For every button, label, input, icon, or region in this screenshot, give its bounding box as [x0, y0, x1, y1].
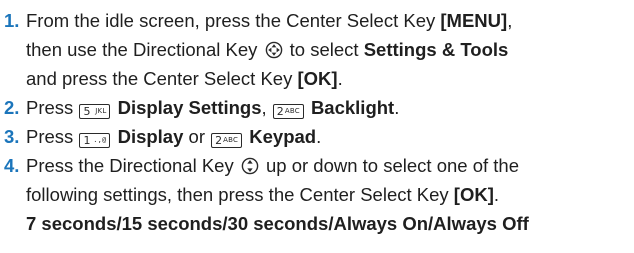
step-text: From the idle screen, press the Center S… — [26, 6, 630, 93]
key-2-icon: 2 ABC — [272, 104, 304, 119]
key-digit: 2 — [215, 134, 223, 147]
step-line: Press the Directional Key up or down to … — [26, 151, 630, 180]
step-line: then use the Directional Key to select S… — [26, 35, 630, 64]
key-1-icon: 1 .,@ — [79, 133, 111, 148]
key-letters: ABC — [223, 136, 239, 144]
step-text: Press 1 .,@ Display or 2 ABC Keypad. — [26, 122, 630, 151]
step-line: and press the Center Select Key [OK]. — [26, 64, 630, 93]
step-line: From the idle screen, press the Center S… — [26, 6, 630, 35]
text-run: , — [261, 97, 272, 118]
step-number: 4. — [4, 155, 20, 176]
step-3: 3. Press 1 .,@ Display or 2 ABC Keypad. — [4, 122, 630, 151]
key-digit: 5 — [83, 105, 91, 118]
text-run: or — [183, 126, 211, 147]
step-1: 1. From the idle screen, press the Cente… — [4, 6, 630, 93]
text-run: Press the Directional Key — [26, 155, 239, 176]
text-run: From the idle screen, press the Center S… — [26, 10, 441, 31]
step-line: Press 1 .,@ Display or 2 ABC Keypad. — [26, 122, 630, 151]
menu-item-label: Backlight — [310, 97, 395, 118]
text-run: . — [337, 68, 343, 89]
step-text: Press the Directional Key up or down to … — [26, 151, 630, 238]
key-letters: ABC — [284, 107, 300, 115]
key-digit: 1 — [83, 134, 91, 147]
key-letters: .,@ — [93, 136, 107, 144]
step-number: 3. — [4, 126, 20, 147]
step-number: 1. — [4, 10, 20, 31]
text-run: Press — [26, 126, 79, 147]
step-4: 4. Press the Directional Key up or down … — [4, 151, 630, 238]
four-way-directional-key-icon — [265, 41, 282, 59]
key-letters: JKL — [95, 107, 107, 115]
ok-key-label: [OK] — [453, 184, 494, 205]
step-line: following settings, then press the Cente… — [26, 180, 630, 209]
step-number: 2. — [4, 97, 20, 118]
text-run: , — [507, 10, 513, 31]
step-text: Press 5 JKL Display Settings, 2 ABC Backli… — [26, 93, 630, 122]
key-2-icon: 2 ABC — [211, 133, 243, 148]
ok-key-label: [OK] — [297, 68, 338, 89]
menu-item-label: Display Settings — [117, 97, 262, 118]
step-2: 2. Press 5 JKL Display Settings, 2 ABC Bac… — [4, 93, 630, 122]
settings-options: 7 seconds/15 seconds/30 seconds/Always O… — [26, 213, 529, 234]
steps-list: 1. From the idle screen, press the Cente… — [4, 6, 630, 238]
menu-item-label: Display — [117, 126, 184, 147]
instructions-page: 1. From the idle screen, press the Cente… — [0, 0, 634, 253]
text-run: . — [493, 184, 500, 205]
text-run: to select — [284, 39, 364, 60]
menu-item-label: Settings & Tools — [363, 39, 509, 60]
step-line: Press 5 JKL Display Settings, 2 ABC Backli… — [26, 93, 630, 122]
menu-item-label: Keypad — [249, 126, 317, 147]
key-digit: 2 — [276, 105, 284, 118]
key-5-icon: 5 JKL — [79, 104, 111, 119]
text-run: and press the Center Select Key — [26, 68, 298, 89]
text-run: then use the Directional Key — [26, 39, 263, 60]
text-run: following settings, then press the Cente… — [26, 184, 454, 205]
text-run: up or down to select one of the — [260, 155, 519, 176]
text-run: . — [394, 97, 400, 118]
up-down-directional-key-icon — [241, 157, 259, 175]
text-run: . — [316, 126, 322, 147]
menu-key-label: [MENU] — [440, 10, 508, 31]
text-run: Press — [26, 97, 79, 118]
